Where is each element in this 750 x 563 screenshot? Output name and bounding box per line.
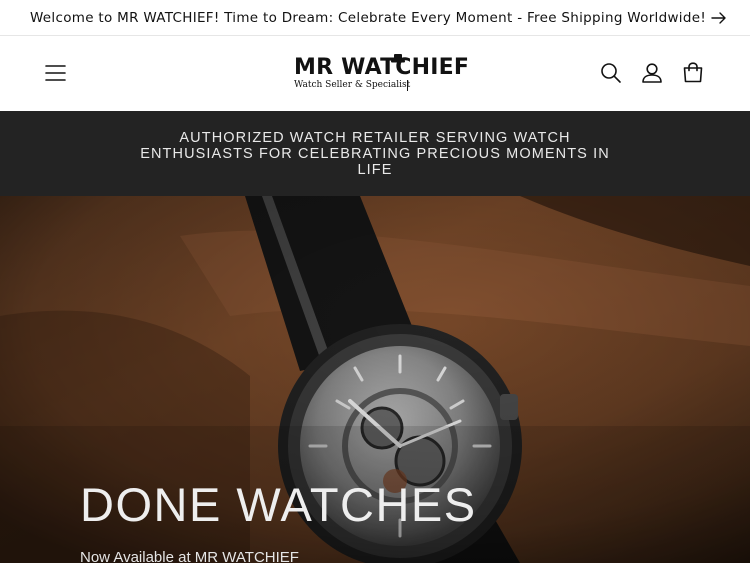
account-icon[interactable] [640,61,664,85]
announcement-bar[interactable]: Welcome to MR WATCHIEF! Time to Dream: C… [0,0,750,36]
top-hat-icon [391,54,405,63]
search-icon[interactable] [599,61,623,85]
announcement-text: Welcome to MR WATCHIEF! Time to Dream: C… [29,9,707,26]
hero-title: DONE WATCHES [80,478,477,531]
hero-section[interactable]: DONE WATCHES Now Available at MR WATCHIE… [0,196,750,563]
banner-text: AUTHORIZED WATCH RETAILER SERVING WATCH … [140,129,610,178]
retailer-banner: AUTHORIZED WATCH RETAILER SERVING WATCH … [0,111,750,196]
site-header: MR WATCHIEF Watch Seller & Specialist [0,36,750,111]
site-logo[interactable]: MR WATCHIEF Watch Seller & Specialist [292,54,469,94]
arrow-right-icon[interactable] [711,11,727,25]
logo-divider [407,80,408,91]
hamburger-menu-icon[interactable] [44,63,68,83]
hero-subtitle: Now Available at MR WATCHIEF [80,549,299,563]
cart-icon[interactable] [681,61,705,85]
logo-name: MR WATCHIEF [294,55,470,80]
logo-tagline: Watch Seller & Specialist [294,80,411,90]
